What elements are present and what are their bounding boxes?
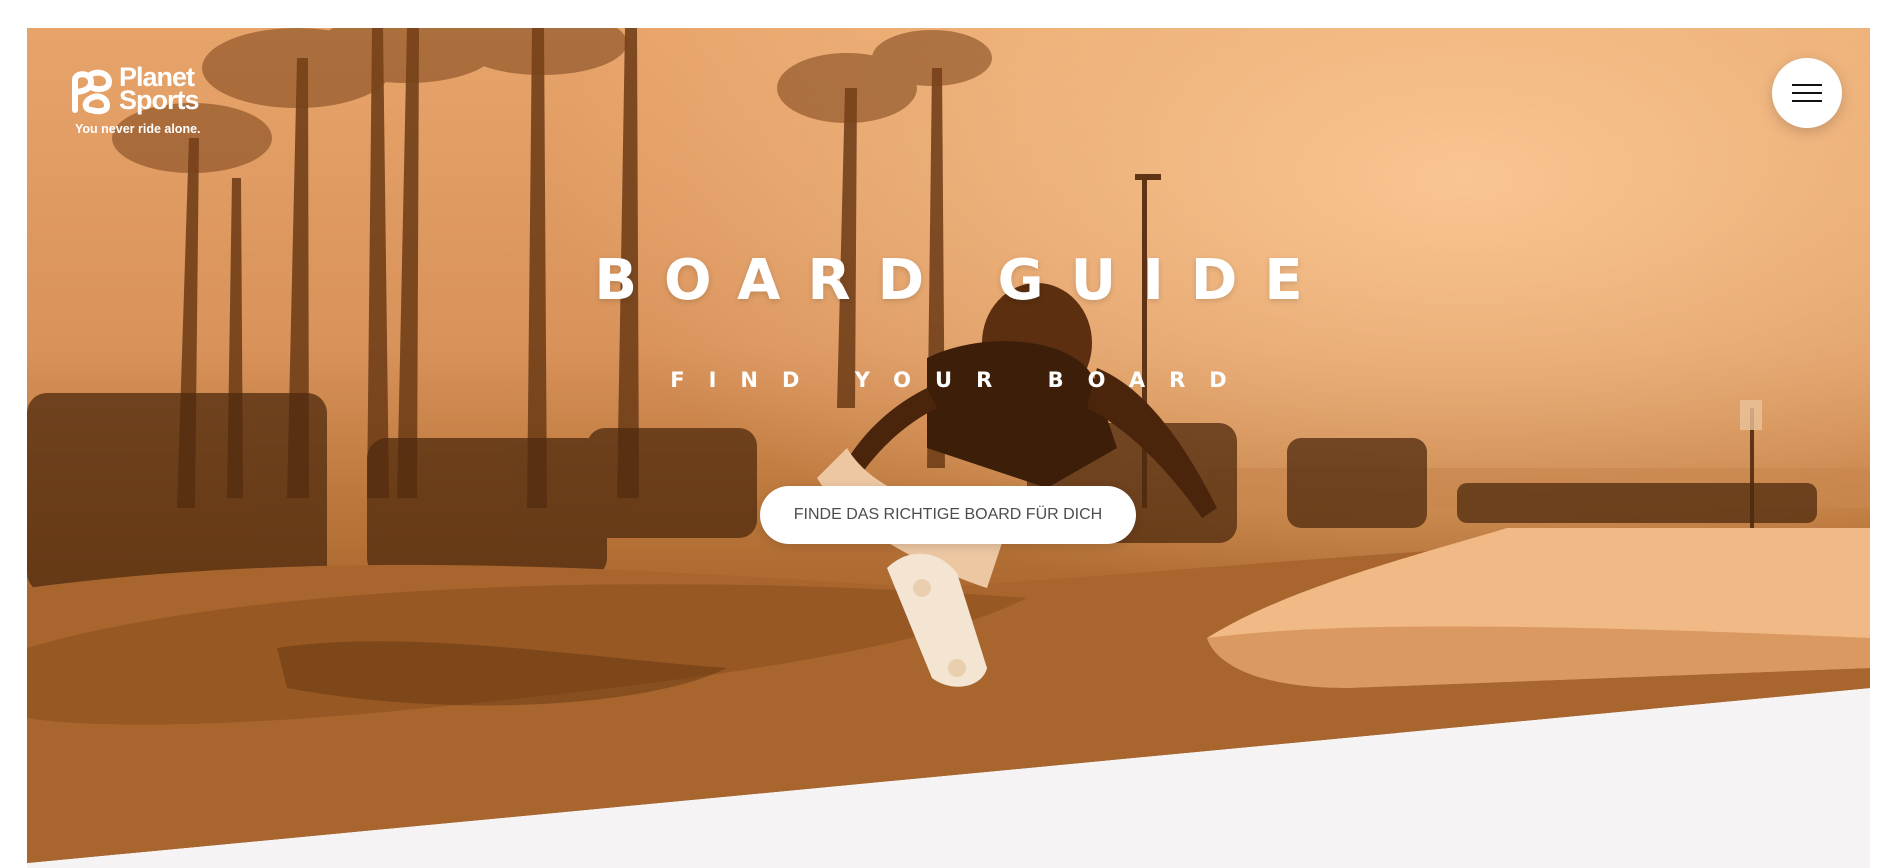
brand-tagline: You never ride alone. [75, 122, 201, 136]
page-frame: Planet Sports You never ride alone. BOAR… [27, 28, 1870, 868]
hero-subtitle: FIND YOUR BOARD [670, 368, 1251, 392]
brand-name: Planet Sports [119, 62, 200, 115]
find-board-button[interactable]: FINDE DAS RICHTIGE BOARD FÜR DICH [760, 486, 1136, 544]
hamburger-menu-icon [1792, 84, 1822, 102]
planet-sports-logo-icon [72, 69, 113, 115]
brand-logo[interactable]: Planet Sports You never ride alone. [65, 62, 225, 146]
hero-section: Planet Sports You never ride alone. BOAR… [27, 28, 1870, 863]
hero-background-image [27, 28, 1870, 863]
hero-title: BOARD GUIDE [594, 248, 1330, 313]
menu-button[interactable] [1772, 58, 1842, 128]
